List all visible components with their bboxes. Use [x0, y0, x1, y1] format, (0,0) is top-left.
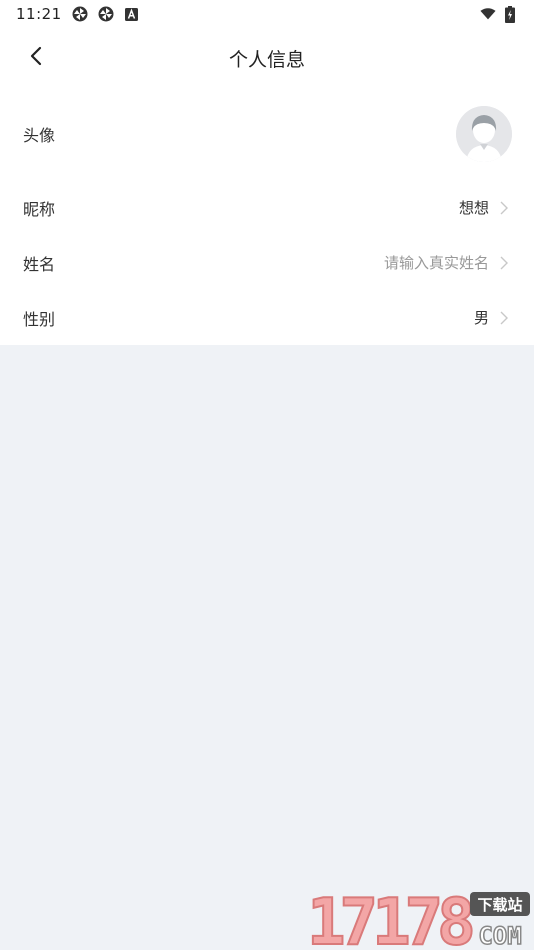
watermark-logo: 17178 下载站 COM: [306, 885, 532, 950]
nickname-label: 昵称: [23, 199, 56, 219]
nickname-right: 想想: [459, 197, 511, 218]
nickname-row[interactable]: 昵称 想想: [0, 180, 534, 235]
status-time: 11:21: [16, 5, 62, 23]
chevron-right-icon: [497, 256, 511, 270]
gender-value: 男: [473, 309, 489, 327]
profile-info-list: 头像 昵称 想想 姓名 请输入真实姓名 性别 男: [0, 88, 534, 345]
battery-charging-icon: [502, 5, 518, 23]
chevron-left-icon: [29, 46, 43, 70]
page-title: 个人信息: [228, 48, 305, 71]
nickname-value: 想想: [458, 199, 489, 217]
header: 个人信息: [0, 28, 534, 88]
wifi-icon: [480, 6, 496, 22]
svg-text:COM: COM: [478, 922, 521, 948]
avatar-label: 头像: [23, 126, 56, 145]
name-label: 姓名: [23, 254, 56, 274]
name-right: 请输入真实姓名: [384, 252, 511, 273]
status-left: 11:21: [16, 5, 140, 23]
svg-text:下载站: 下载站: [477, 896, 522, 914]
screen: 11:21 个人信息 头像 昵称 想想 姓名 请输入真实姓名 性别 男 1717…: [0, 0, 534, 950]
chevron-right-icon: [497, 311, 511, 325]
name-placeholder: 请输入真实姓名: [383, 254, 489, 272]
pinwheel-icon: [72, 6, 88, 22]
svg-text:17178: 17178: [307, 886, 472, 948]
gender-right: 男: [474, 307, 511, 328]
name-row[interactable]: 姓名 请输入真实姓名: [0, 235, 534, 290]
pinwheel-icon: [98, 6, 114, 22]
status-right: [480, 5, 518, 23]
font-a-icon: [124, 6, 140, 22]
gender-row[interactable]: 性别 男: [0, 290, 534, 345]
back-button[interactable]: [18, 40, 54, 76]
default-avatar-icon[interactable]: [456, 106, 512, 162]
gender-label: 性别: [23, 309, 56, 329]
avatar-row[interactable]: 头像: [0, 88, 534, 180]
chevron-right-icon: [497, 201, 511, 215]
status-bar: 11:21: [0, 0, 534, 28]
